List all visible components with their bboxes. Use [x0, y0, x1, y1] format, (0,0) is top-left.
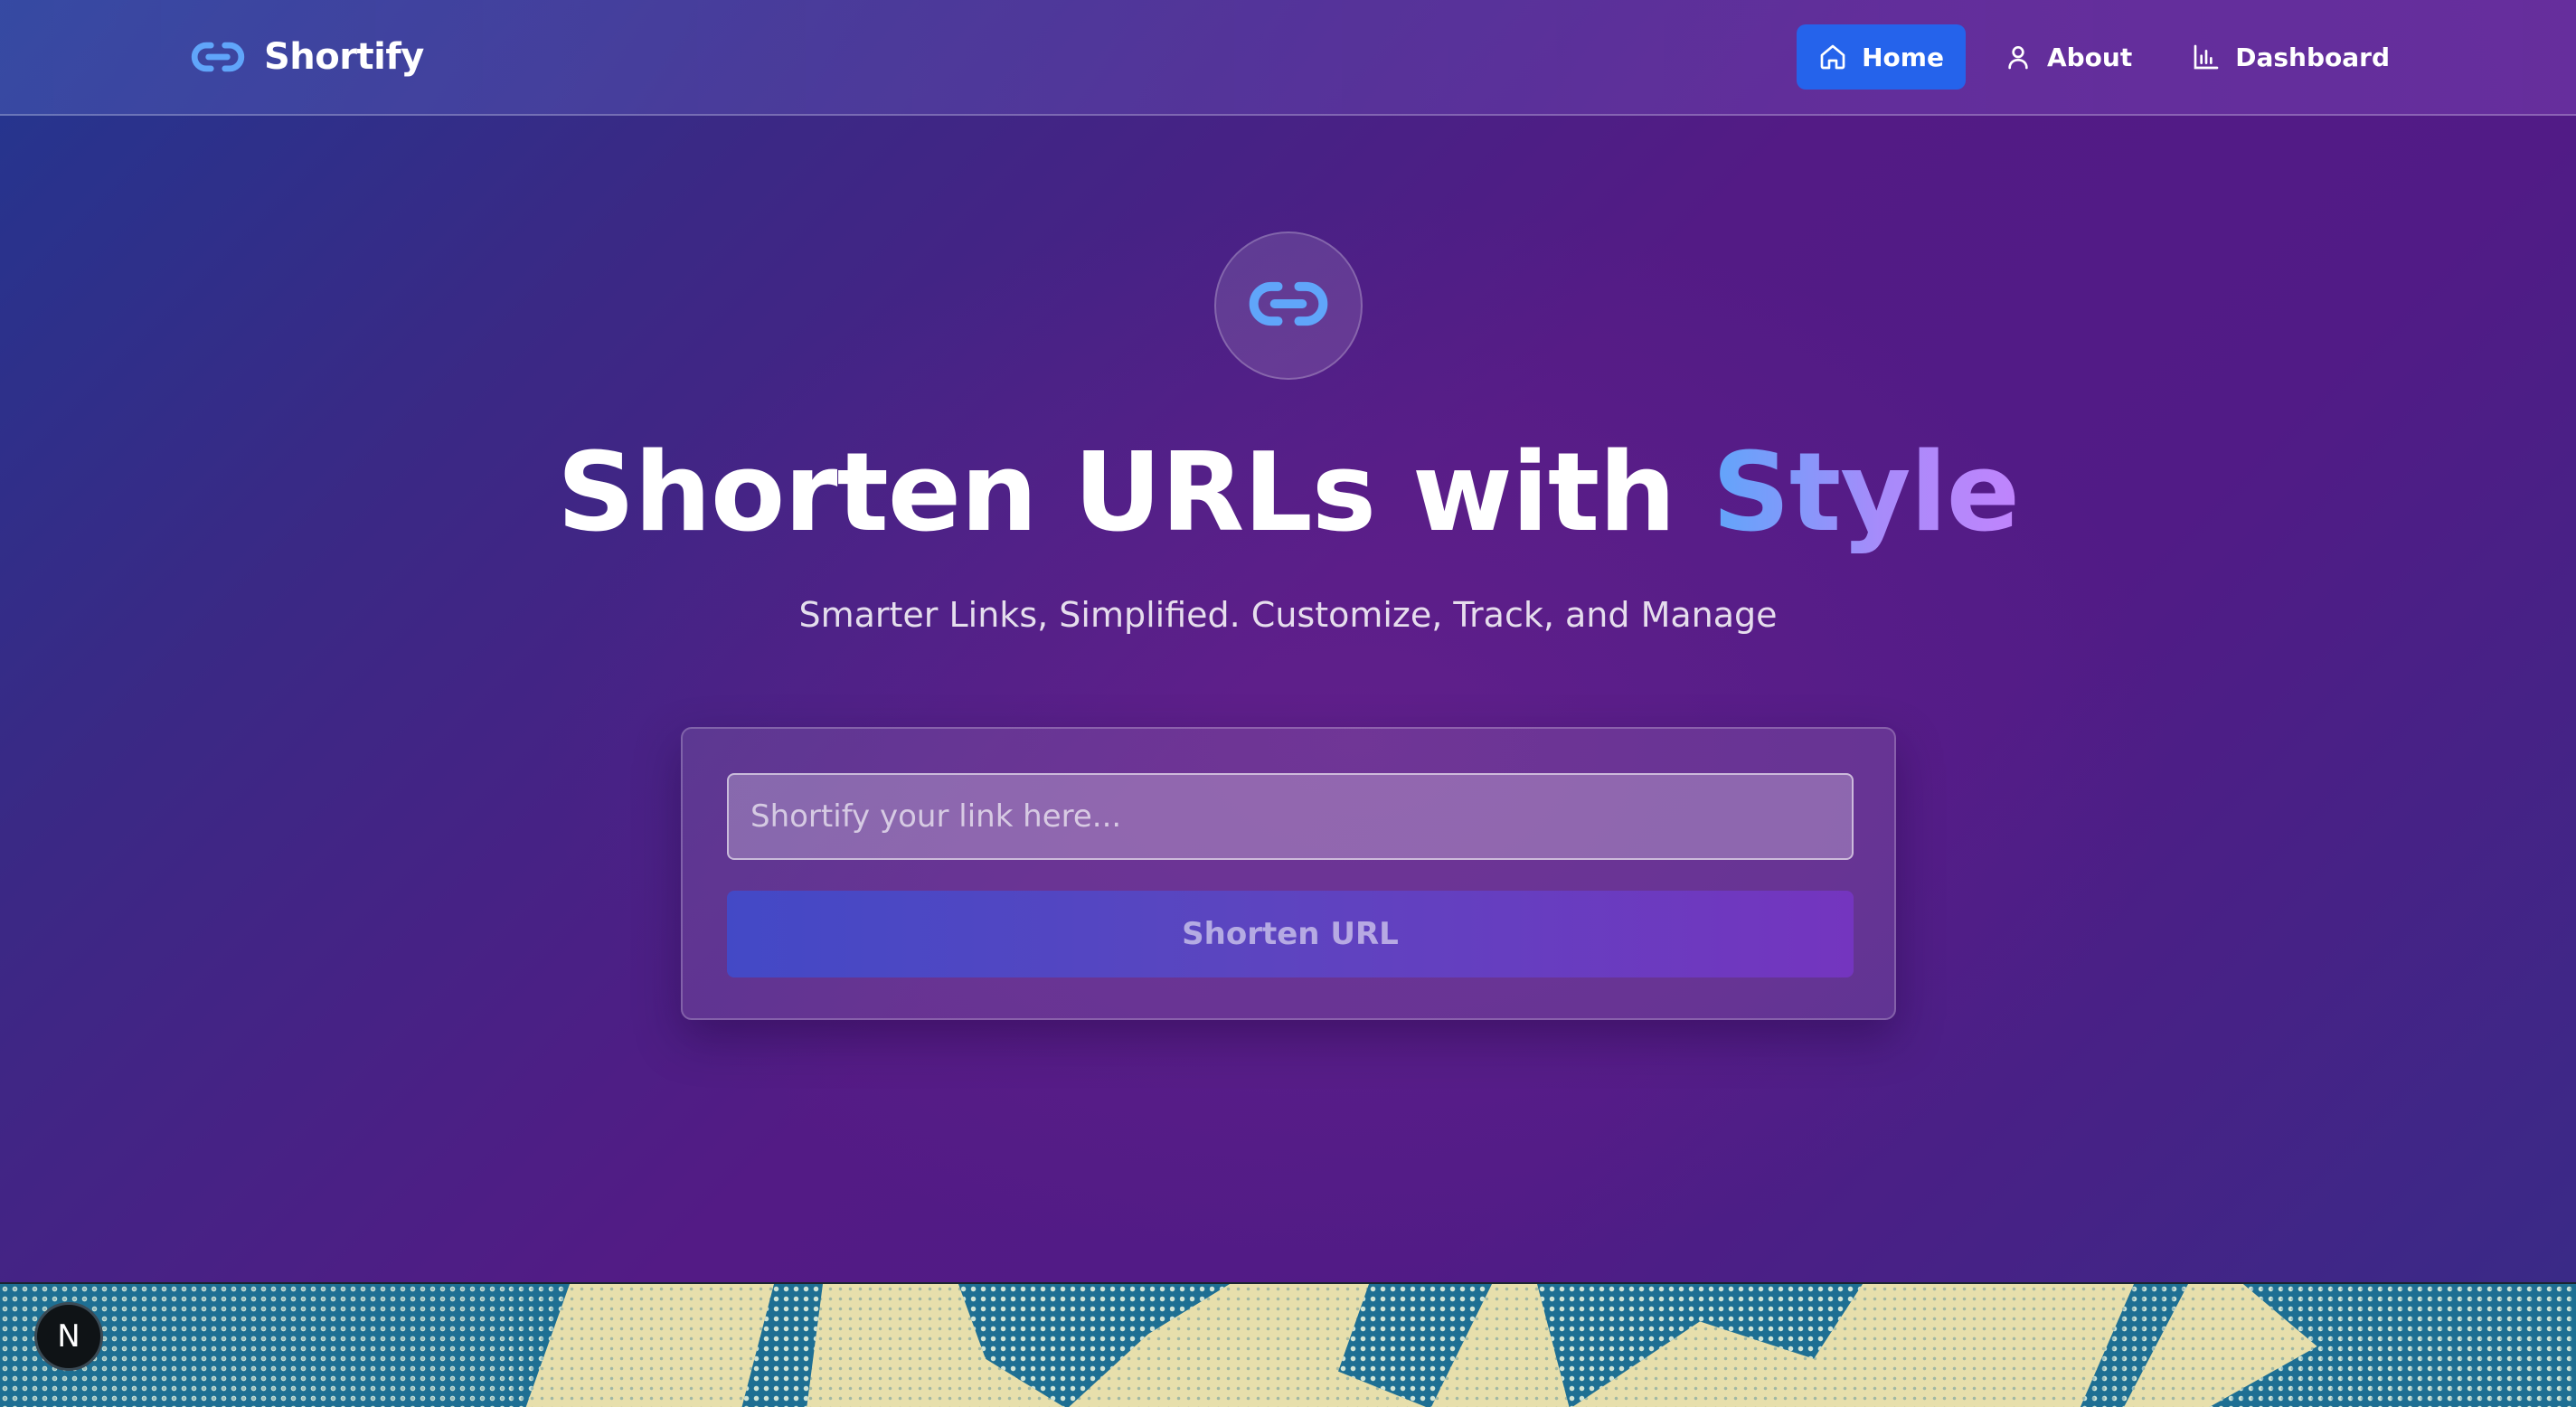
user-icon: [2004, 42, 2033, 71]
brand-name: Shortify: [264, 36, 424, 78]
nav-home-label: Home: [1862, 42, 1944, 72]
hero-title-accent: Style: [1712, 430, 2020, 556]
hero-link-badge: [1214, 231, 1363, 380]
nav-dashboard-label: Dashboard: [2235, 42, 2390, 72]
nav-about[interactable]: About: [1982, 24, 2154, 90]
nextjs-dev-badge[interactable]: N: [34, 1302, 103, 1371]
link-icon: [190, 29, 246, 85]
nav-home[interactable]: Home: [1797, 24, 1966, 90]
app-page: Shortify Home About Dashboard Shorten UR…: [0, 0, 2576, 1282]
hero-subtitle: Smarter Links, Simplified. Customize, Tr…: [798, 595, 1778, 635]
nav-about-label: About: [2046, 42, 2133, 72]
main-nav: Home About Dashboard: [1797, 24, 2411, 90]
wallpaper-dots: [0, 1284, 2576, 1407]
hero-title: Shorten URLs with Style: [0, 421, 2576, 566]
url-input[interactable]: [727, 773, 1854, 860]
nav-dashboard[interactable]: Dashboard: [2170, 24, 2411, 90]
hero-title-main: Shorten URLs with: [556, 430, 1713, 556]
home-icon: [1818, 42, 1847, 71]
link-icon: [1247, 262, 1330, 349]
wallpaper-strip: [0, 1282, 2576, 1407]
bar-chart-icon: [2192, 42, 2221, 71]
navbar: Shortify Home About Dashboard: [0, 0, 2576, 116]
shorten-url-button[interactable]: Shorten URL: [727, 891, 1854, 977]
shorten-form-card: Shorten URL: [681, 727, 1896, 1020]
brand-logo[interactable]: Shortify: [190, 27, 424, 87]
